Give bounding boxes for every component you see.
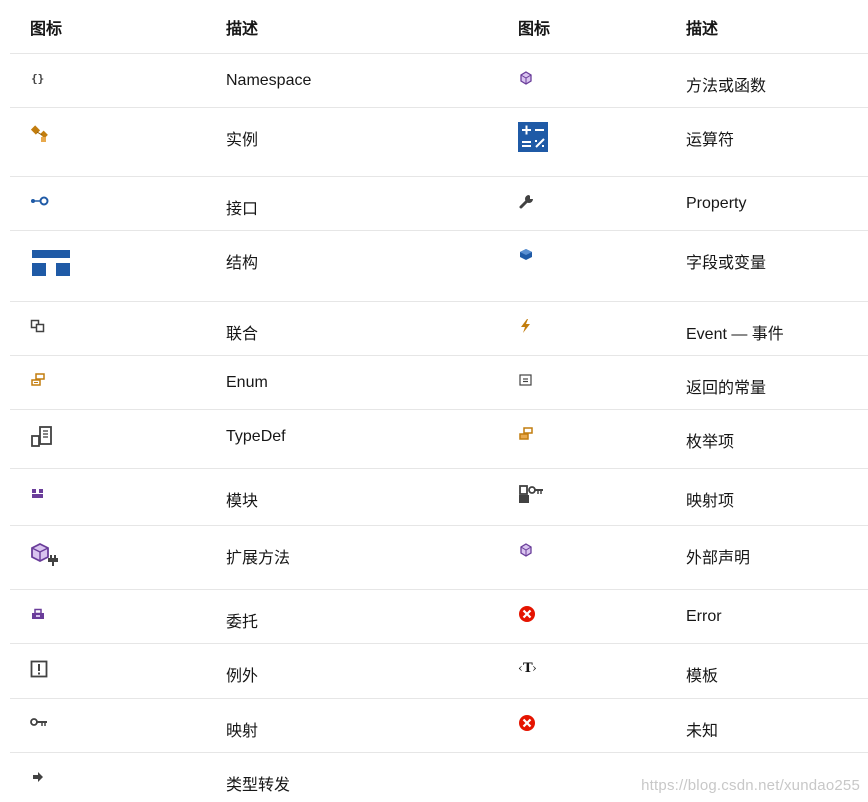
table-row: 接口 Property <box>10 176 868 231</box>
list-item-label: 方法或函数 <box>666 53 868 108</box>
template-icon: ‹ T › <box>518 660 540 676</box>
list-item-label: 委托 <box>206 589 498 644</box>
table-row: 模块 映射项 <box>10 468 868 526</box>
typedef-icon <box>30 426 54 448</box>
header-icon-col-2: 图标 <box>498 0 666 54</box>
list-item-label: Error <box>666 589 868 644</box>
namespace-icon: {} <box>30 70 46 86</box>
svg-text:›: › <box>532 661 537 675</box>
extension-method-icon <box>30 542 60 568</box>
list-item-label: Event — 事件 <box>666 301 868 356</box>
interface-icon <box>30 193 50 209</box>
list-item-label: 例外 <box>206 643 498 699</box>
list-item-label: 联合 <box>206 301 498 356</box>
list-item-label: 运算符 <box>666 107 868 177</box>
table-row: 扩展方法 外部声明 <box>10 525 868 590</box>
enum-item-icon <box>518 426 534 442</box>
list-item-label: Namespace <box>206 53 498 108</box>
method-icon <box>518 70 534 86</box>
table-row: 委托 Error <box>10 589 868 644</box>
list-item-label: 映射项 <box>666 468 868 526</box>
list-item-label: 未知 <box>666 698 868 753</box>
event-icon <box>518 318 534 334</box>
list-item-label: 模板 <box>666 643 868 699</box>
list-item-label: 扩展方法 <box>206 525 498 590</box>
list-item-label: 外部声明 <box>666 525 868 590</box>
instance-icon <box>30 124 52 144</box>
table-row: TypeDef 枚举项 <box>10 409 868 469</box>
struct-icon <box>30 247 72 279</box>
field-icon <box>518 247 534 263</box>
list-item-label: TypeDef <box>206 409 498 469</box>
header-desc-col-1: 描述 <box>206 0 498 54</box>
list-item-label: 实例 <box>206 107 498 177</box>
header-row: 图标 描述 图标 描述 <box>10 0 868 54</box>
list-item-label: Property <box>666 176 868 231</box>
table-row: {} Namespace 方法或函数 <box>10 53 868 108</box>
list-item-label: Enum <box>206 355 498 410</box>
unknown-icon <box>518 714 536 732</box>
list-item-label: 接口 <box>206 176 498 231</box>
type-forwarding-icon <box>30 769 46 785</box>
table-row: Enum 返回的常量 <box>10 355 868 410</box>
enum-icon <box>30 372 46 388</box>
svg-text:{}: {} <box>31 72 44 85</box>
table-row: 映射 未知 <box>10 698 868 753</box>
error-icon <box>518 605 536 623</box>
list-item-label: 模块 <box>206 468 498 526</box>
list-item-label: 映射 <box>206 698 498 753</box>
header-desc-col-2: 描述 <box>666 0 868 54</box>
list-item-label: 类型转发 <box>226 777 291 794</box>
header-icon-col-1: 图标 <box>10 0 206 54</box>
map-icon <box>30 715 48 729</box>
property-icon <box>518 193 536 211</box>
table-row: 联合 Event — 事件 <box>10 301 868 356</box>
exception-icon <box>30 660 48 678</box>
union-icon <box>30 318 46 334</box>
watermark: https://blog.csdn.net/xundao255 <box>641 777 860 794</box>
table-row: 实例 运算符 <box>10 107 868 177</box>
icon-table: 图标 描述 图标 描述 {} Namespace 方法或函数 实例 运算符 接口… <box>10 0 868 802</box>
table-row: 例外 ‹ T › 模板 <box>10 643 868 699</box>
table-row: 结构 字段或变量 <box>10 230 868 302</box>
module-icon <box>30 485 46 501</box>
list-item-label: 枚举项 <box>666 409 868 469</box>
operator-icon <box>518 122 548 152</box>
constant-icon <box>518 372 534 388</box>
list-item-label: 结构 <box>206 230 498 302</box>
external-declaration-icon <box>518 542 534 558</box>
list-item-label: 返回的常量 <box>666 355 868 410</box>
list-item-label: 字段或变量 <box>666 230 868 302</box>
delegate-icon <box>30 606 46 622</box>
map-item-icon <box>518 485 544 505</box>
